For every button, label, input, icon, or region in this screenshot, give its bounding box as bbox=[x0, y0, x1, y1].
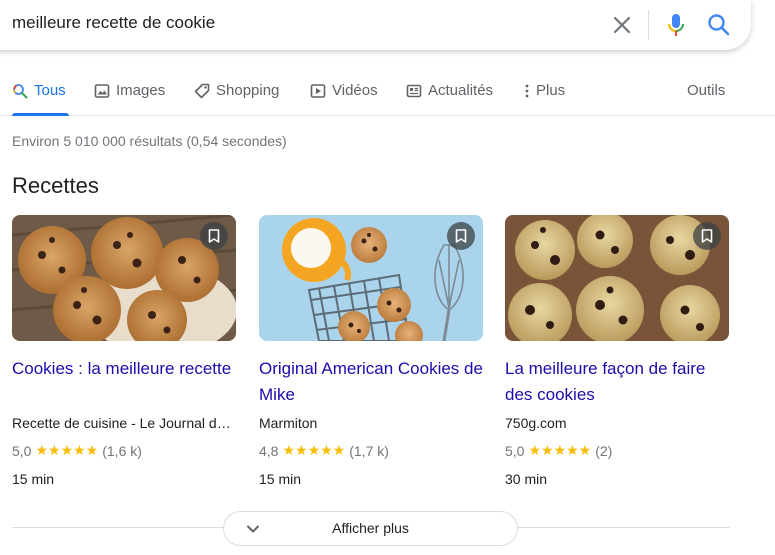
tab-shopping[interactable]: Shopping bbox=[194, 82, 279, 116]
search-tabs: Tous Images Shopping Vidéos Actualités P… bbox=[0, 74, 775, 116]
recipe-source: 750g.com bbox=[505, 415, 567, 431]
rating-value: 5,0 bbox=[505, 443, 525, 459]
rating-stars: ★★★★★ bbox=[282, 443, 346, 459]
rating-stars: ★★★★★ bbox=[528, 443, 592, 459]
section-title: Recettes bbox=[12, 173, 99, 198]
close-icon[interactable] bbox=[610, 13, 634, 37]
tab-tous[interactable]: Tous bbox=[12, 82, 69, 116]
recipe-time: 15 min bbox=[12, 471, 55, 487]
recipe-rating: 5,0 ★★★★★ (1,6 k) bbox=[12, 441, 236, 461]
search-icon[interactable] bbox=[706, 12, 732, 38]
search-bar-divider bbox=[648, 10, 649, 40]
rating-value: 5,0 bbox=[12, 443, 32, 459]
show-more-label: Afficher plus bbox=[332, 520, 409, 536]
play-icon bbox=[310, 84, 326, 98]
tab-images[interactable]: Images bbox=[94, 82, 165, 116]
image-icon bbox=[94, 84, 110, 98]
microphone-icon[interactable] bbox=[664, 12, 688, 38]
news-icon bbox=[406, 84, 422, 98]
tab-label: Images bbox=[116, 82, 166, 99]
review-count: (1,6 k) bbox=[102, 443, 142, 459]
recipe-title[interactable]: La meilleure façon de faire des cookies bbox=[505, 356, 729, 408]
search-input[interactable]: meilleure recette de cookie bbox=[12, 13, 215, 33]
tab-plus[interactable]: Plus bbox=[524, 82, 565, 116]
recipe-image[interactable] bbox=[505, 215, 729, 341]
tab-label: Plus bbox=[536, 82, 566, 99]
bookmark-icon[interactable] bbox=[200, 222, 228, 250]
bookmark-icon[interactable] bbox=[447, 222, 475, 250]
tab-actualites[interactable]: Actualités bbox=[406, 82, 493, 116]
bookmark-icon[interactable] bbox=[693, 222, 721, 250]
recipe-image[interactable] bbox=[259, 215, 483, 341]
recipe-time: 15 min bbox=[259, 471, 302, 487]
recipe-time: 30 min bbox=[505, 471, 548, 487]
recipe-rating: 4,8 ★★★★★ (1,7 k) bbox=[259, 441, 483, 461]
tools-button[interactable]: Outils bbox=[687, 82, 725, 116]
more-vert-icon bbox=[525, 84, 529, 98]
rating-stars: ★★★★★ bbox=[35, 443, 99, 459]
rating-value: 4,8 bbox=[259, 443, 279, 459]
review-count: (2) bbox=[595, 443, 613, 459]
tab-label: Vidéos bbox=[332, 82, 378, 99]
tab-label: Shopping bbox=[216, 82, 280, 99]
show-more-button[interactable]: Afficher plus bbox=[223, 511, 518, 546]
review-count: (1,7 k) bbox=[349, 443, 389, 459]
tab-label: Actualités bbox=[428, 82, 494, 99]
recipe-title[interactable]: Original American Cookies de Mike bbox=[259, 356, 483, 408]
tag-icon bbox=[194, 83, 210, 99]
result-stats: Environ 5 010 000 résultats (0,54 second… bbox=[12, 133, 287, 149]
recipe-card[interactable]: Original American Cookies de Mike Marmit… bbox=[259, 215, 483, 489]
recipe-card[interactable]: Cookies : la meilleure recette Recette d… bbox=[12, 215, 236, 489]
recipe-title[interactable]: Cookies : la meilleure recette bbox=[12, 356, 236, 408]
recipe-source: Recette de cuisine - Le Journal des Femm… bbox=[12, 415, 232, 431]
recipe-source: Marmiton bbox=[259, 415, 318, 431]
recipe-rating: 5,0 ★★★★★ (2) bbox=[505, 441, 729, 461]
search-bar: meilleure recette de cookie bbox=[0, 0, 751, 50]
recipe-image[interactable] bbox=[12, 215, 236, 341]
tab-videos[interactable]: Vidéos bbox=[310, 82, 378, 116]
search-icon bbox=[13, 84, 28, 99]
recipe-card[interactable]: La meilleure façon de faire des cookies … bbox=[505, 215, 729, 489]
tab-label: Tous bbox=[34, 82, 66, 99]
